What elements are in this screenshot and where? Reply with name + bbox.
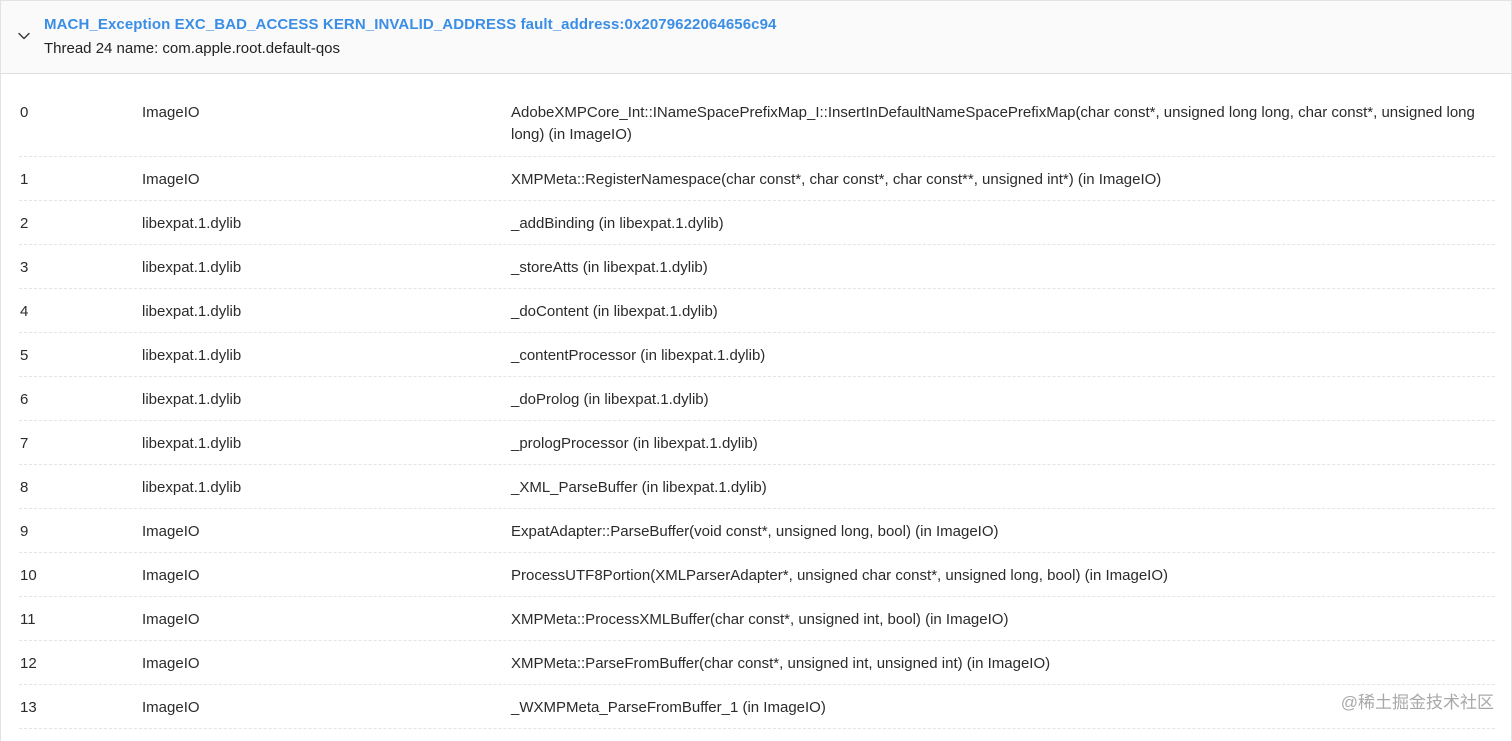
- frame-index: 2: [20, 215, 29, 232]
- frame-library: libexpat.1.dylib: [142, 303, 242, 320]
- frame-symbol: _addBinding (in libexpat.1.dylib): [511, 215, 724, 232]
- frame-symbol: _XML_ParseBuffer (in libexpat.1.dylib): [511, 479, 767, 496]
- stack-frame-list: 0 ImageIO AdobeXMPCore_Int::INameSpacePref…: [19, 90, 1495, 729]
- stack-frame-row: 2 libexpat.1.dylib _addBinding (in libexpa…: [19, 201, 1495, 245]
- stack-frame-row: 8 libexpat.1.dylib _XML_ParseBuffer (in li…: [19, 465, 1495, 509]
- frame-library: libexpat.1.dylib: [142, 347, 242, 364]
- frame-symbol: _contentProcessor (in libexpat.1.dylib): [511, 347, 766, 364]
- frame-index: 4: [20, 303, 29, 320]
- frame-library: libexpat.1.dylib: [142, 435, 242, 452]
- chevron-down-icon[interactable]: [16, 28, 32, 44]
- stack-frame-row: 9 ImageIO ExpatAdapter::ParseBuffer(void c…: [19, 509, 1495, 553]
- frame-library: ImageIO: [142, 567, 200, 584]
- frame-symbol: _doContent (in libexpat.1.dylib): [511, 303, 718, 320]
- stack-frame-row: 11 ImageIO XMPMeta::ProcessXMLBuffer(char …: [19, 597, 1495, 641]
- frame-symbol: XMPMeta::ProcessXMLBuffer(char const*, u…: [511, 611, 1009, 628]
- frame-symbol: XMPMeta::RegisterNamespace(char const*, …: [511, 171, 1162, 188]
- frame-index: 7: [20, 435, 29, 452]
- frame-index: 12: [20, 655, 37, 672]
- frame-symbol: ExpatAdapter::ParseBuffer(void const*, u…: [511, 523, 999, 540]
- frame-index: 13: [20, 699, 37, 716]
- stack-frame-row: 10 ImageIO ProcessUTF8Portion(XMLParserAda…: [19, 553, 1495, 597]
- frame-library: libexpat.1.dylib: [142, 259, 242, 276]
- frame-library: ImageIO: [142, 171, 200, 188]
- stack-frame-row: 7 libexpat.1.dylib _prologProcessor (in li…: [19, 421, 1495, 465]
- frame-symbol: _prologProcessor (in libexpat.1.dylib): [511, 435, 758, 452]
- thread-name: Thread 24 name: com.apple.root.default-q…: [44, 40, 341, 57]
- stack-frame-row: 3 libexpat.1.dylib _storeAtts (in libexpat…: [19, 245, 1495, 289]
- frame-library: libexpat.1.dylib: [142, 479, 242, 496]
- frame-index: 9: [20, 523, 29, 540]
- frame-library: libexpat.1.dylib: [142, 215, 242, 232]
- frame-library: ImageIO: [142, 523, 200, 540]
- frame-index: 8: [20, 479, 29, 496]
- frame-library: libexpat.1.dylib: [142, 391, 242, 408]
- stack-frame-row: 0 ImageIO AdobeXMPCore_Int::INameSpacePref…: [19, 90, 1495, 157]
- stack-frame-row: 1 ImageIO XMPMeta::RegisterNamespace(char …: [19, 157, 1495, 201]
- stack-frame-row: 6 libexpat.1.dylib _doProlog (in libexpat.…: [19, 377, 1495, 421]
- exception-header[interactable]: MACH_Exception EXC_BAD_ACCESS KERN_INVAL…: [1, 1, 1511, 74]
- frame-symbol: XMPMeta::ParseFromBuffer(char const*, un…: [511, 655, 1051, 672]
- frame-index: 0: [20, 104, 29, 121]
- frame-symbol: AdobeXMPCore_Int::INameSpacePrefixMap_I:…: [511, 104, 1475, 143]
- stack-frame-row: 13 ImageIO _WXMPMeta_ParseFromBuffer_1 (in…: [19, 685, 1495, 729]
- frame-library: ImageIO: [142, 104, 200, 121]
- frame-index: 6: [20, 391, 29, 408]
- stack-frame-row: 5 libexpat.1.dylib _contentProcessor (in l…: [19, 333, 1495, 377]
- frame-index: 1: [20, 171, 29, 188]
- crash-stack-panel: MACH_Exception EXC_BAD_ACCESS KERN_INVAL…: [0, 0, 1512, 741]
- frame-library: ImageIO: [142, 655, 200, 672]
- stack-frame-row: 4 libexpat.1.dylib _doContent (in libexpat…: [19, 289, 1495, 333]
- frame-symbol: ProcessUTF8Portion(XMLParserAdapter*, un…: [511, 567, 1168, 584]
- frame-symbol: _storeAtts (in libexpat.1.dylib): [511, 259, 708, 276]
- frame-index: 11: [20, 611, 36, 628]
- frame-index: 10: [20, 567, 37, 584]
- exception-title: MACH_Exception EXC_BAD_ACCESS KERN_INVAL…: [44, 16, 777, 33]
- frame-symbol: _doProlog (in libexpat.1.dylib): [511, 391, 709, 408]
- frame-index: 5: [20, 347, 29, 364]
- frame-library: ImageIO: [142, 611, 200, 628]
- watermark: @稀土掘金技术社区: [1340, 693, 1494, 712]
- stack-frame-row: 12 ImageIO XMPMeta::ParseFromBuffer(char c…: [19, 641, 1495, 685]
- frame-index: 3: [20, 259, 29, 276]
- frame-library: ImageIO: [142, 699, 200, 716]
